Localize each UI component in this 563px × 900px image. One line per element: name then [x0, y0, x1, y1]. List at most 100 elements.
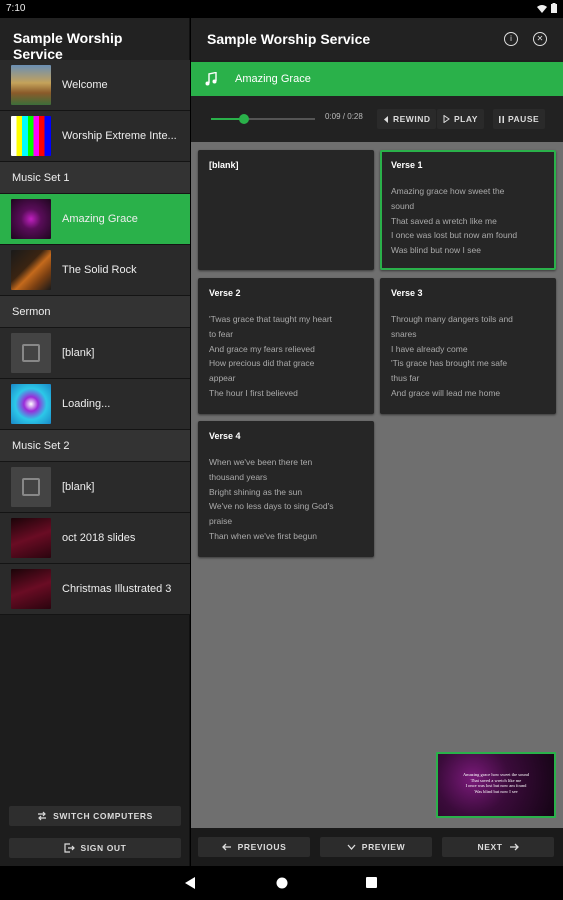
- sidebar-item-label: Christmas Illustrated 3: [62, 583, 172, 595]
- back-icon[interactable]: [185, 877, 196, 889]
- play-button[interactable]: PLAY: [437, 109, 484, 129]
- switch-computers-label: SWITCH COMPUTERS: [53, 811, 153, 821]
- sidebar-item-thumbnail: [11, 569, 51, 609]
- pause-icon: [499, 115, 504, 123]
- music-note-icon: [205, 72, 217, 86]
- slide-card[interactable]: Verse 2 'Twas grace that taught my heart…: [198, 278, 374, 414]
- rewind-label: REWIND: [393, 114, 431, 124]
- sidebar-item-label: Worship Extreme Inte...: [62, 130, 177, 142]
- sidebar-item[interactable]: Worship Extreme Inte...: [0, 111, 190, 162]
- page-title: Sample Worship Service: [207, 31, 371, 47]
- system-icons: [537, 3, 557, 13]
- blank-slide-icon: [22, 478, 40, 496]
- sidebar-item-thumbnail: [11, 116, 51, 156]
- slide-lyric-line: And grace will lead me home: [391, 387, 501, 398]
- slide-lyric-line: thousand years: [209, 471, 268, 482]
- slide-title: Verse 3: [391, 288, 423, 298]
- time-readout: 0:09 / 0:28: [325, 112, 363, 121]
- slide-lyric-line: Amazing grace how sweet the: [391, 186, 505, 196]
- battery-icon: [551, 3, 557, 13]
- slide-title: Verse 1: [391, 160, 423, 170]
- arrow-right-icon: [509, 843, 519, 851]
- sidebar-item[interactable]: [blank]: [0, 328, 190, 379]
- sign-out-label: SIGN OUT: [80, 843, 127, 853]
- chevron-down-icon: [347, 844, 356, 850]
- slide-lines: 'Twas grace that taught my heart to fear A…: [209, 312, 363, 401]
- clock: 7:10: [6, 3, 26, 14]
- sidebar-item[interactable]: Amazing Grace: [0, 194, 190, 245]
- sidebar-item-label: The Solid Rock: [62, 264, 137, 276]
- pause-button[interactable]: PAUSE: [493, 109, 546, 129]
- info-icon[interactable]: i: [504, 32, 518, 46]
- sidebar-section-header: Sermon: [0, 296, 190, 328]
- sidebar-item-label: Amazing Grace: [62, 213, 138, 225]
- main-panel: Sample Worship Service i ✕ Amazing Grace…: [191, 18, 563, 866]
- recents-icon[interactable]: [366, 877, 377, 888]
- home-icon[interactable]: [276, 877, 288, 889]
- close-icon[interactable]: ✕: [533, 32, 547, 46]
- sidebar-item[interactable]: Welcome: [0, 60, 190, 111]
- preview-line: Was blind but now I see: [474, 788, 518, 794]
- slide-card[interactable]: Verse 3 Through many dangers toils and sn…: [380, 278, 556, 414]
- next-button[interactable]: NEXT: [442, 837, 554, 857]
- sidebar-item[interactable]: oct 2018 slides: [0, 513, 190, 564]
- slide-lyric-line: snares: [391, 328, 417, 339]
- slide-card[interactable]: Verse 1 Amazing grace how sweet the sound…: [380, 150, 556, 270]
- sidebar-item-thumbnail: [11, 333, 51, 373]
- rewind-button[interactable]: REWIND: [377, 109, 437, 129]
- bottom-navigation: PREVIOUS PREVIEW NEXT: [191, 828, 563, 866]
- sidebar-item[interactable]: The Solid Rock: [0, 245, 190, 296]
- sidebar-item-thumbnail: [11, 65, 51, 105]
- live-preview-thumbnail[interactable]: Amazing grace how sweet the sound That sa…: [436, 752, 556, 818]
- slide-card[interactable]: Verse 4 When we've been there ten thousan…: [198, 421, 374, 557]
- sidebar: Sample Worship Service Welcome Worship Ex…: [0, 18, 190, 866]
- play-icon: [443, 115, 450, 123]
- sidebar-item-thumbnail: [11, 250, 51, 290]
- sidebar-item[interactable]: [blank]: [0, 462, 190, 513]
- slide-lines: Through many dangers toils and snares I ha…: [391, 312, 545, 401]
- sidebar-title: Sample Worship Service: [0, 18, 189, 62]
- wifi-icon: [537, 4, 547, 13]
- next-label: NEXT: [477, 842, 503, 852]
- slide-lyric-line: That saved a wretch like me: [391, 215, 497, 226]
- sidebar-item-label: Welcome: [62, 79, 108, 91]
- slide-lyric-line: I once was lost but now am found: [391, 230, 518, 241]
- media-transport: 0:09 / 0:28 REWIND PLAY PAUSE: [191, 96, 563, 142]
- now-playing-title: Amazing Grace: [235, 73, 311, 85]
- slide-lyric-line: Than when we've first begun: [209, 530, 317, 541]
- slide-lyric-line: Bright shining as the sun: [209, 486, 303, 497]
- sidebar-item-thumbnail: [11, 199, 51, 239]
- switch-computers-button[interactable]: SWITCH COMPUTERS: [9, 806, 181, 826]
- sidebar-section-header: Music Set 2: [0, 430, 190, 462]
- sidebar-item-label: oct 2018 slides: [62, 532, 136, 544]
- slide-lyric-line: The hour I first believed: [209, 387, 298, 398]
- sidebar-list: Welcome Worship Extreme Inte... Music Set …: [0, 60, 190, 615]
- slide-lyric-line: 'Tis grace has brought me safe: [391, 358, 508, 369]
- system-navigation-bar: [0, 866, 563, 900]
- preview-label: PREVIEW: [361, 842, 406, 852]
- previous-button[interactable]: PREVIOUS: [198, 837, 310, 857]
- sidebar-item-label: [blank]: [62, 481, 95, 493]
- sign-out-icon: [63, 843, 75, 853]
- slide-lyric-line: 'Twas grace that taught my heart: [209, 314, 333, 324]
- sidebar-item-thumbnail: [11, 518, 51, 558]
- seek-handle[interactable]: [239, 114, 250, 124]
- slide-title: Verse 4: [209, 431, 241, 441]
- slide-card[interactable]: [blank]: [198, 150, 374, 270]
- slide-lyric-line: When we've been there ten: [209, 457, 313, 467]
- slide-lyric-line: And grace my fears relieved: [209, 343, 315, 354]
- seek-slider[interactable]: [211, 114, 315, 124]
- sidebar-item-label: Loading...: [62, 398, 111, 410]
- sign-out-button[interactable]: SIGN OUT: [9, 838, 181, 858]
- slide-lyric-line: thus far: [391, 373, 420, 384]
- preview-text: Amazing grace how sweet the sound That sa…: [438, 772, 554, 794]
- sidebar-item[interactable]: Christmas Illustrated 3: [0, 564, 190, 615]
- previous-label: PREVIOUS: [237, 842, 287, 852]
- blank-slide-icon: [22, 344, 40, 362]
- slide-lyric-line: I have already come: [391, 343, 468, 354]
- preview-button[interactable]: PREVIEW: [320, 837, 432, 857]
- slide-lines: When we've been there ten thousand years B…: [209, 455, 363, 544]
- now-playing-bar[interactable]: Amazing Grace: [191, 62, 563, 96]
- slides-grid: [blank] Verse 1 Amazing grace how sweet …: [191, 142, 563, 828]
- sidebar-item[interactable]: Loading...: [0, 379, 190, 430]
